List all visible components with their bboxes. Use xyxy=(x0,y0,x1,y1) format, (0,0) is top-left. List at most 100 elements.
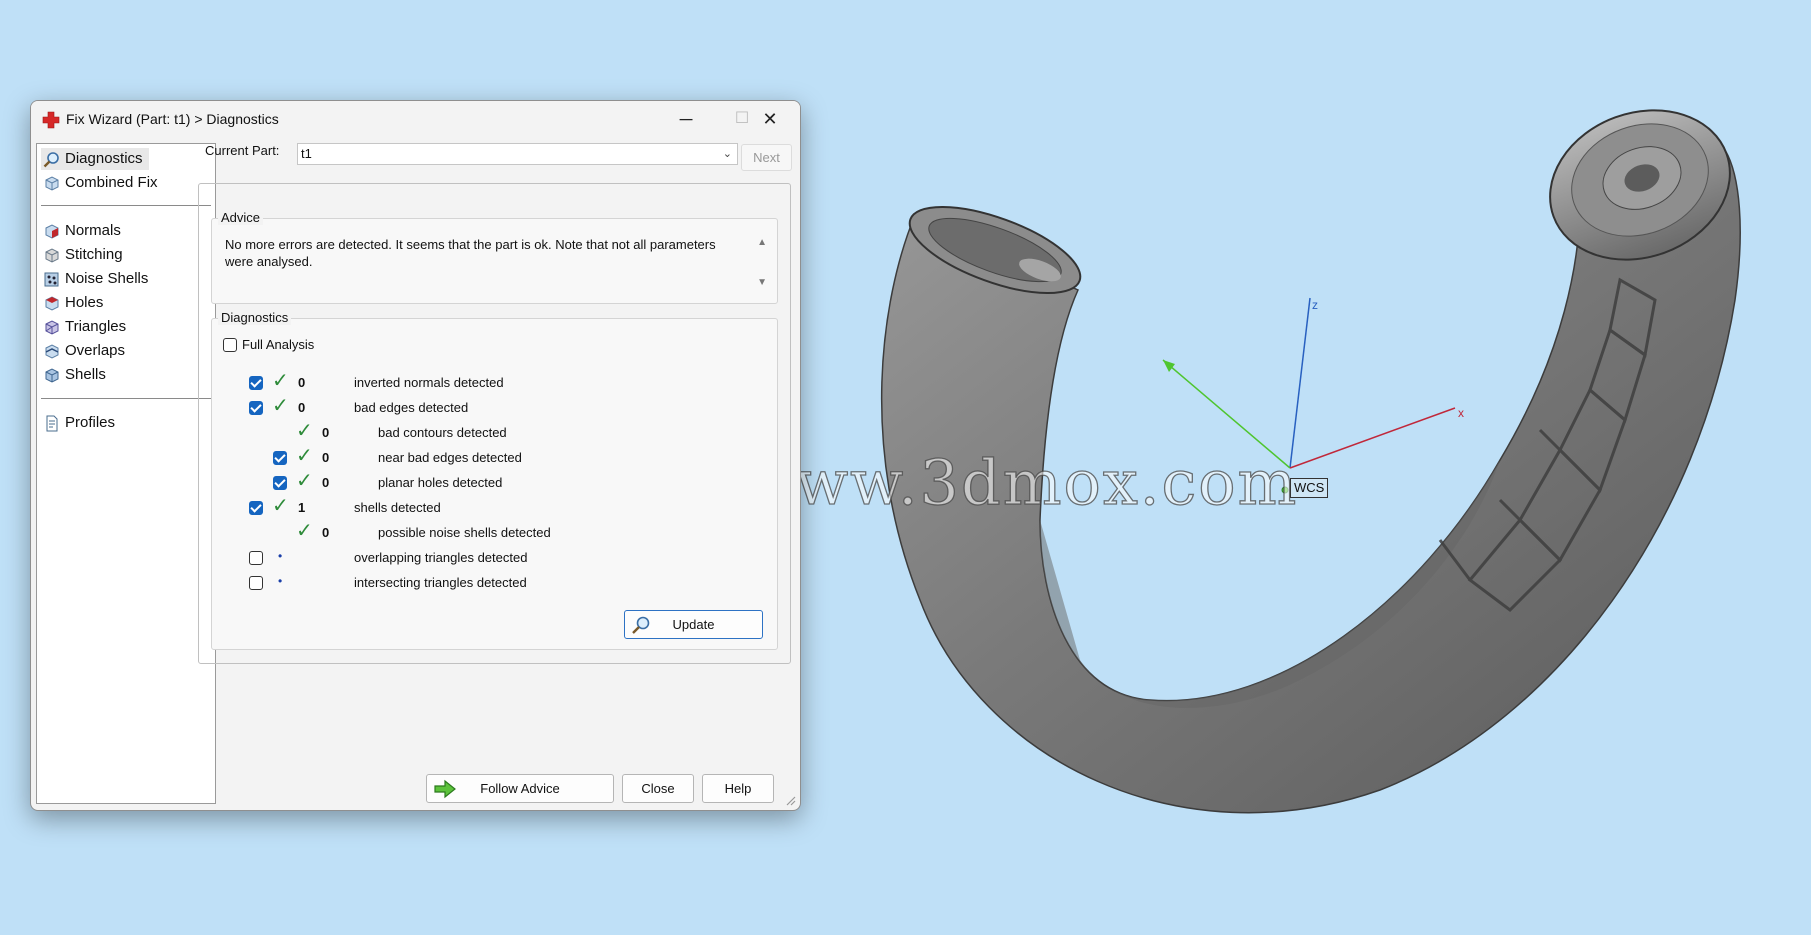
row-label: possible noise shells detected xyxy=(378,525,551,540)
row-label: planar holes detected xyxy=(378,475,503,490)
diagnostic-row: ✓ 0 bad edges detected xyxy=(212,395,772,421)
full-analysis-checkbox[interactable] xyxy=(223,338,237,352)
z-axis-line xyxy=(1289,297,1311,469)
magnifier-icon xyxy=(43,152,59,168)
row-checkbox[interactable] xyxy=(249,376,263,390)
row-label: near bad edges detected xyxy=(378,450,522,465)
scroll-up-arrow-icon[interactable]: ▲ xyxy=(757,237,767,248)
diagnostic-row: ✓ 0 bad contours detected xyxy=(212,421,772,446)
row-count: 1 xyxy=(298,500,306,515)
row-checkbox[interactable] xyxy=(273,451,287,465)
nav-item-diagnostics[interactable]: Diagnostics xyxy=(41,148,149,170)
advice-text: No more errors are detected. It seems th… xyxy=(225,237,716,269)
row-count: 0 xyxy=(322,525,330,540)
magnifier-icon xyxy=(632,616,650,634)
checkmark-icon: ✓ xyxy=(272,395,289,417)
current-part-select[interactable]: t1 ⌄ xyxy=(297,143,738,165)
pending-dot-icon: • xyxy=(278,574,283,588)
nav-label-overlaps: Overlaps xyxy=(65,342,126,359)
checkmark-icon: ✓ xyxy=(296,470,313,492)
diagnostics-content-panel: Advice No more errors are detected. It s… xyxy=(198,183,791,664)
follow-advice-label: Follow Advice xyxy=(480,781,560,796)
nav-label-combined-fix: Combined Fix xyxy=(65,174,158,191)
row-label: bad edges detected xyxy=(354,400,469,415)
row-checkbox[interactable] xyxy=(249,551,263,565)
chevron-down-icon: ⌄ xyxy=(722,148,732,160)
z-axis-label: z xyxy=(1312,298,1318,312)
noise-shells-icon xyxy=(44,272,59,287)
stitching-icon xyxy=(45,248,59,263)
green-arrow-icon xyxy=(434,779,456,799)
diagnostic-row: ✓ 0 inverted normals detected xyxy=(212,370,772,396)
update-label: Update xyxy=(672,617,715,632)
y-axis-line xyxy=(1162,359,1291,469)
red-cross-icon xyxy=(42,111,60,129)
nav-label-profiles: Profiles xyxy=(65,414,116,431)
nav-item-profiles[interactable]: Profiles xyxy=(41,412,121,434)
nav-item-overlaps[interactable]: Overlaps xyxy=(41,340,131,362)
row-checkbox[interactable] xyxy=(273,476,287,490)
nav-label-diagnostics: Diagnostics xyxy=(65,150,143,167)
shells-icon xyxy=(45,368,59,383)
diagnostic-row: ✓ 0 near bad edges detected xyxy=(212,445,772,471)
nav-divider xyxy=(41,398,211,399)
close-button[interactable]: Close xyxy=(622,774,694,803)
diagnostic-row: • overlapping triangles detected xyxy=(212,549,772,571)
advice-group: Advice No more errors are detected. It s… xyxy=(211,210,778,304)
pending-dot-icon: • xyxy=(278,549,283,563)
row-label: shells detected xyxy=(354,500,441,515)
nav-item-holes[interactable]: Holes xyxy=(41,292,109,314)
nav-label-shells: Shells xyxy=(65,366,106,383)
nav-item-normals[interactable]: Normals xyxy=(41,220,127,242)
diagnostic-row: ✓ 1 shells detected xyxy=(212,495,772,521)
nav-item-shells[interactable]: Shells xyxy=(41,364,112,386)
wcs-origin-marker xyxy=(1281,486,1289,494)
help-button[interactable]: Help xyxy=(702,774,774,803)
checkmark-icon: ✓ xyxy=(272,495,289,517)
row-checkbox[interactable] xyxy=(249,501,263,515)
nav-label-noise-shells: Noise Shells xyxy=(65,270,149,287)
row-label: overlapping triangles detected xyxy=(354,550,528,565)
resize-grip-icon[interactable] xyxy=(784,794,796,806)
nav-item-combined-fix[interactable]: Combined Fix xyxy=(41,172,164,194)
wcs-label[interactable]: WCS xyxy=(1290,478,1329,498)
nav-label-holes: Holes xyxy=(65,294,104,311)
x-axis-line xyxy=(1289,407,1456,469)
diagnostic-row: ✓ 0 possible noise shells detected xyxy=(212,521,772,546)
normals-icon xyxy=(45,224,59,239)
row-checkbox[interactable] xyxy=(249,576,263,590)
fix-wizard-dialog: Fix Wizard (Part: t1) > Diagnostics ─ ☐ … xyxy=(30,100,801,811)
close-window-button[interactable]: ✕ xyxy=(741,101,799,137)
nav-divider xyxy=(41,205,211,206)
full-analysis-label: Full Analysis xyxy=(242,337,315,352)
row-count: 0 xyxy=(322,475,330,490)
diagnostic-row: • intersecting triangles detected xyxy=(212,574,772,596)
advice-group-title: Advice xyxy=(218,210,264,225)
checkmark-icon: ✓ xyxy=(296,445,313,467)
title-bar[interactable]: Fix Wizard (Part: t1) > Diagnostics ─ ☐ … xyxy=(31,101,800,137)
update-button[interactable]: Update xyxy=(624,610,763,639)
nav-item-noise-shells[interactable]: Noise Shells xyxy=(41,268,154,290)
row-label: intersecting triangles detected xyxy=(354,575,527,590)
checkmark-icon: ✓ xyxy=(272,370,289,392)
triangles-icon xyxy=(45,320,59,335)
row-checkbox[interactable] xyxy=(249,401,263,415)
current-part-label: Current Part: xyxy=(205,143,280,158)
minimize-button[interactable]: ─ xyxy=(657,101,715,137)
diagnostics-group-title: Diagnostics xyxy=(218,310,292,325)
next-button[interactable]: Next xyxy=(741,144,792,171)
holes-icon xyxy=(45,296,59,311)
nav-label-stitching: Stitching xyxy=(65,246,123,263)
window-title: Fix Wizard (Part: t1) > Diagnostics xyxy=(66,111,279,127)
current-part-value: t1 xyxy=(301,146,312,161)
nav-item-triangles[interactable]: Triangles xyxy=(41,316,132,338)
diagnostic-row: ✓ 0 planar holes detected xyxy=(212,470,772,496)
scroll-down-arrow-icon[interactable]: ▼ xyxy=(757,277,767,288)
cube-icon xyxy=(45,176,59,191)
follow-advice-button[interactable]: Follow Advice xyxy=(426,774,614,803)
row-count: 0 xyxy=(298,375,306,390)
full-analysis-row[interactable]: Full Analysis xyxy=(212,336,772,358)
diagnostics-group: Diagnostics Full Analysis ✓ 0 inverted n… xyxy=(211,310,778,650)
nav-label-triangles: Triangles xyxy=(65,318,127,335)
nav-item-stitching[interactable]: Stitching xyxy=(41,244,129,266)
